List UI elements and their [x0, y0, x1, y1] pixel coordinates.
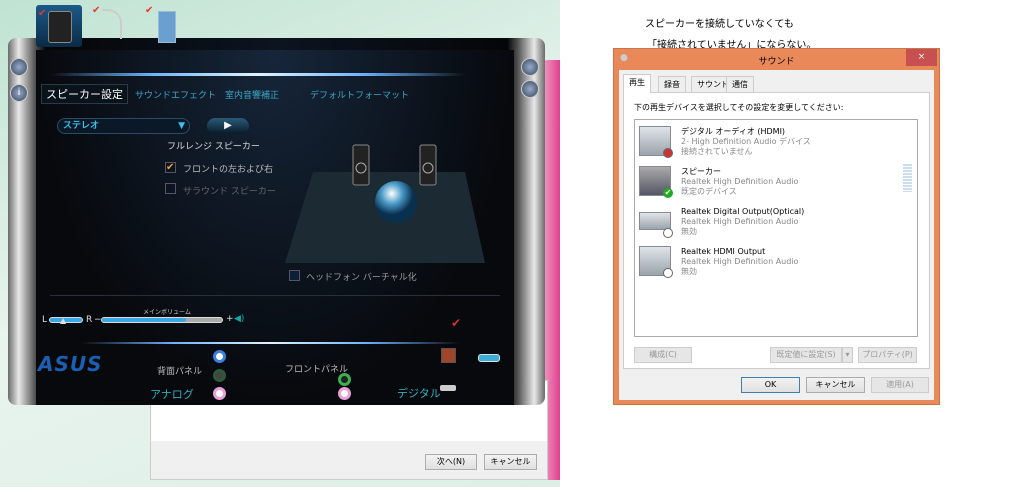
front-lr-checkbox[interactable]: ✔ — [165, 162, 176, 173]
apply-button[interactable]: 適用(A) — [871, 377, 929, 393]
balance-left-label: L — [42, 315, 48, 325]
balance-slider[interactable]: ▲ — [49, 316, 83, 325]
microphone-icon — [102, 9, 122, 39]
level-meter — [903, 164, 912, 192]
balance-right-label: R — [86, 315, 93, 325]
cancel-button[interactable]: キャンセル — [806, 377, 865, 393]
analog-label: アナログ — [150, 388, 194, 401]
tab-content: 下の再生デバイスを選択してその設定を変更してください: デジタル オーディオ (… — [623, 92, 930, 369]
disabled-icon — [663, 268, 673, 278]
speaker-visualization — [285, 144, 485, 263]
apply-check-icon[interactable]: ✔ — [451, 316, 461, 330]
list-item[interactable]: Realtek Digital Output(Optical) Realtek H… — [639, 204, 909, 242]
minimize-icon[interactable] — [521, 80, 539, 98]
rear-jack-green[interactable] — [213, 369, 226, 382]
front-jack-green[interactable] — [338, 373, 351, 386]
settings-icon[interactable] — [10, 58, 28, 76]
media-player-icon — [158, 11, 176, 43]
device-headphone-tab[interactable]: ✔ — [92, 5, 132, 47]
surround-label: サラウンド スピーカー — [183, 187, 276, 197]
dialog-title: サウンド — [758, 57, 795, 67]
left-speaker-icon[interactable] — [352, 144, 370, 186]
rear-panel-label: 背面パネル — [157, 367, 203, 377]
speaker-config-select[interactable]: ステレオ ▼ — [57, 118, 190, 134]
device-speaker-tab[interactable]: ✔ — [36, 5, 82, 47]
list-item[interactable]: デジタル オーディオ (HDMI) 2- High Definition Audi… — [639, 124, 909, 162]
digital-label: デジタル — [397, 387, 441, 400]
front-jack-pink[interactable] — [338, 387, 351, 400]
balance-thumb[interactable]: ▲ — [60, 316, 66, 325]
glow-divider — [50, 73, 465, 76]
main-volume-label: メインボリューム — [143, 309, 191, 316]
close-button[interactable]: × — [906, 49, 937, 66]
front-panel-label: フロントパネル — [285, 365, 349, 375]
divider — [50, 295, 500, 296]
tab-playback[interactable]: 再生 — [623, 74, 651, 93]
asus-logo: ASUS — [38, 352, 103, 376]
set-default-dropdown-icon[interactable]: ▾ — [842, 347, 853, 363]
tab-room-correction[interactable]: 室内音響補正 — [225, 88, 279, 101]
front-lr-label: フロントの左および右 — [183, 165, 274, 175]
glow-divider-bottom — [80, 342, 460, 344]
caption-line-1: スピーカーを接続していなくても — [645, 19, 794, 30]
ok-button[interactable]: OK — [741, 377, 800, 393]
disabled-icon — [663, 228, 673, 238]
hdmi-output-icon[interactable] — [440, 385, 456, 391]
list-item[interactable]: ✔ スピーカー Realtek High Definition Audio 既定のデ… — [639, 164, 912, 202]
speaker-icon — [48, 11, 72, 43]
info-icon[interactable]: i — [10, 84, 28, 102]
chevron-down-icon: ▼ — [178, 121, 185, 131]
check-icon: ✔ — [145, 5, 154, 16]
default-check-icon: ✔ — [663, 188, 673, 198]
fullrange-label: フルレンジ スピーカー — [167, 142, 260, 152]
speaker-config-value: ステレオ — [63, 121, 100, 131]
tab-default-format[interactable]: デフォルトフォーマット — [310, 88, 409, 101]
configure-button[interactable]: 構成(C) — [634, 347, 692, 363]
check-icon: ✔ — [38, 8, 47, 19]
tab-sound-effects[interactable]: サウンドエフェクト — [135, 88, 216, 101]
disconnected-icon — [663, 148, 673, 158]
properties-button[interactable]: プロパティ(P) — [858, 347, 917, 363]
set-default-button[interactable]: 既定値に設定(S) — [770, 347, 842, 363]
right-speaker-icon[interactable] — [419, 144, 437, 186]
listener-sphere[interactable] — [375, 181, 417, 223]
volume-plus-label: + — [226, 314, 234, 324]
wrench-settings-icon[interactable] — [478, 354, 500, 362]
tab-communications[interactable]: 通信 — [726, 76, 754, 93]
next-button[interactable]: 次へ(N) — [425, 454, 477, 470]
surround-checkbox[interactable] — [165, 183, 176, 194]
check-icon: ✔ — [92, 5, 101, 16]
device-player-tab[interactable]: ✔ — [145, 5, 190, 47]
cancel-button[interactable]: キャンセル — [484, 454, 537, 470]
headphone-virtualization-label: ヘッドフォン バーチャル化 — [306, 273, 417, 283]
volume-fill — [102, 318, 186, 322]
instruction-text: 下の再生デバイスを選択してその設定を変更してください: — [634, 103, 844, 112]
main-volume-slider[interactable] — [101, 317, 223, 323]
volume-speaker-icon[interactable]: ◀) — [234, 314, 244, 324]
optical-output-icon[interactable] — [441, 348, 456, 363]
device-list: デジタル オーディオ (HDMI) 2- High Definition Audi… — [634, 119, 918, 337]
close-icon[interactable] — [521, 58, 539, 76]
sound-dialog: ● サウンド × 再生 録音 サウンド 通信 下の再生デバイスを選択してその設定… — [613, 48, 940, 405]
tab-speaker-settings[interactable]: スピーカー設定 — [41, 84, 128, 104]
rear-jack-blue[interactable] — [213, 350, 226, 363]
tab-recording[interactable]: 録音 — [658, 76, 686, 93]
rear-jack-pink[interactable] — [213, 387, 226, 400]
play-test-button[interactable]: ▶ — [207, 118, 249, 134]
list-item[interactable]: Realtek HDMI Output Realtek High Definiti… — [639, 244, 909, 282]
headphone-virtualization-checkbox[interactable] — [289, 270, 300, 281]
